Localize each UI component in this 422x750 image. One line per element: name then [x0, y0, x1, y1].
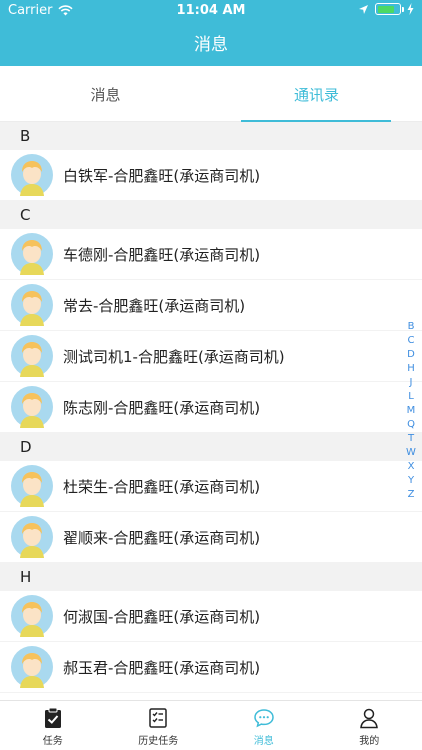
index-letter[interactable]: L [408, 390, 414, 404]
contact-row[interactable]: 何淑国-合肥鑫旺(承运商司机) [0, 591, 422, 642]
tabbar-label-profile: 我的 [359, 736, 380, 747]
index-letter[interactable]: D [407, 348, 415, 362]
contact-row[interactable]: 陈志刚-合肥鑫旺(承运商司机) [0, 382, 422, 433]
section-header: H [0, 563, 422, 591]
contact-name: 翟顺来-合肥鑫旺(承运商司机) [63, 528, 261, 547]
index-letter[interactable]: M [407, 404, 416, 418]
battery-level [377, 5, 395, 13]
index-letter[interactable]: B [408, 320, 415, 334]
index-letter[interactable]: J [410, 376, 413, 390]
contact-name: 杜荣生-合肥鑫旺(承运商司机) [63, 477, 261, 496]
tabbar-item-history[interactable]: 历史任务 [106, 701, 212, 750]
status-right [358, 3, 414, 15]
battery-icon [375, 3, 404, 15]
user-icon [360, 708, 379, 729]
index-letter[interactable]: X [408, 460, 415, 474]
avatar [11, 233, 53, 275]
contact-name: 常去-合肥鑫旺(承运商司机) [63, 296, 246, 315]
tab-messages[interactable]: 消息 [0, 66, 211, 122]
avatar [11, 595, 53, 637]
contact-name: 车德刚-合肥鑫旺(承运商司机) [63, 245, 261, 264]
index-letter[interactable]: Q [407, 418, 415, 432]
contact-row[interactable]: 郝玉君-合肥鑫旺(承运商司机) [0, 642, 422, 693]
contact-name: 白铁军-合肥鑫旺(承运商司机) [63, 166, 261, 185]
bottom-tab-bar: 任务 历史任务 消息 我的 [0, 700, 422, 750]
contact-name: 陈志刚-合肥鑫旺(承运商司机) [63, 398, 261, 417]
avatar [11, 386, 53, 428]
section-header: D [0, 433, 422, 461]
avatar [11, 335, 53, 377]
segment-tabs: 消息 通讯录 [0, 66, 422, 122]
index-letter[interactable]: W [406, 446, 416, 460]
contact-row[interactable]: 车德刚-合肥鑫旺(承运商司机) [0, 229, 422, 280]
contact-list[interactable]: B 白铁军-合肥鑫旺(承运商司机) C 车德刚-合肥鑫旺(承运商司机) 常去-合肥鑫旺(… [0, 122, 422, 700]
avatar [11, 516, 53, 558]
tabbar-label-messages: 消息 [253, 736, 274, 747]
contact-row[interactable]: 测试司机1-合肥鑫旺(承运商司机) [0, 331, 422, 382]
battery-tip [402, 7, 404, 12]
contact-row[interactable]: 翟顺来-合肥鑫旺(承运商司机) [0, 512, 422, 563]
status-bar: Carrier 11:04 AM [0, 0, 422, 22]
alphabet-index[interactable]: BCDHJLMQTWXYZ [403, 320, 419, 502]
section-header: B [0, 122, 422, 150]
checklist-icon [149, 708, 167, 728]
avatar [11, 646, 53, 688]
index-letter[interactable]: T [408, 432, 414, 446]
contact-row[interactable]: 白铁军-合肥鑫旺(承运商司机) [0, 150, 422, 201]
contact-row[interactable]: 常去-合肥鑫旺(承运商司机) [0, 280, 422, 331]
contact-name: 何淑国-合肥鑫旺(承运商司机) [63, 607, 261, 626]
tabbar-item-messages[interactable]: 消息 [211, 701, 317, 750]
page-title: 消息 [194, 35, 228, 55]
tabbar-item-profile[interactable]: 我的 [317, 701, 422, 750]
contact-name: 测试司机1-合肥鑫旺(承运商司机) [63, 347, 285, 366]
contact-row[interactable]: 杜荣生-合肥鑫旺(承运商司机) [0, 461, 422, 512]
avatar [11, 284, 53, 326]
avatar [11, 154, 53, 196]
contact-name: 郝玉君-合肥鑫旺(承运商司机) [63, 658, 261, 677]
index-letter[interactable]: C [408, 334, 415, 348]
tabbar-label-tasks: 任务 [42, 736, 63, 747]
chat-bubble-icon [253, 709, 274, 728]
tabbar-item-tasks[interactable]: 任务 [0, 701, 106, 750]
avatar [11, 465, 53, 507]
index-letter[interactable]: H [407, 362, 415, 376]
tabbar-label-history: 历史任务 [138, 736, 179, 747]
clipboard-check-icon [44, 707, 61, 728]
charging-bolt-icon [407, 3, 414, 15]
section-header: C [0, 201, 422, 229]
index-letter[interactable]: Y [408, 474, 414, 488]
tab-contacts[interactable]: 通讯录 [211, 66, 422, 122]
navigation-header: Carrier 11:04 AM 消息 [0, 0, 422, 66]
location-arrow-icon [359, 4, 368, 14]
index-letter[interactable]: Z [408, 488, 415, 502]
